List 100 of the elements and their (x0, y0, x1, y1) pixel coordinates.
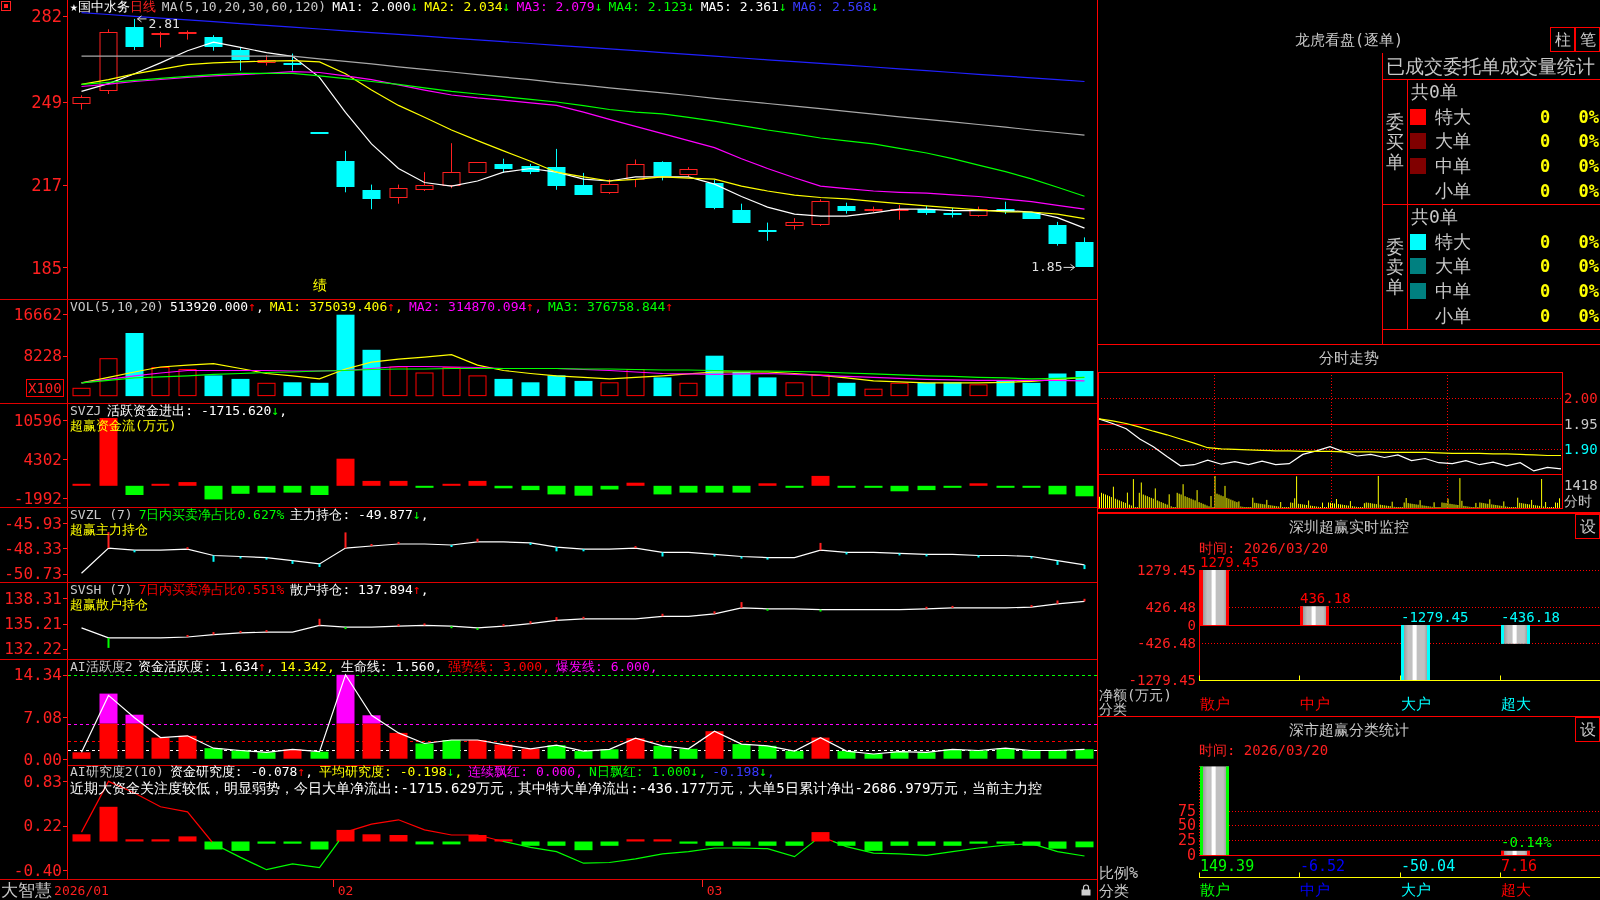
indicator-reading: 平均研究度: -0.198↓, (319, 765, 463, 779)
order-count: 0 (1538, 304, 1552, 327)
annotation: 1.85 (1031, 259, 1063, 275)
order-count: 0 (1538, 155, 1552, 178)
order-count: 0 (1538, 179, 1552, 202)
order-share: 0% (1577, 230, 1600, 253)
indicator-reading: AI研究度2(10) (70, 765, 164, 779)
indicator-reading: MA3: 2.079↓ (516, 0, 603, 14)
order-share: 0% (1577, 304, 1600, 327)
axis-title: 分类 (1098, 702, 1127, 716)
indicator-reading: MA(5,10,20,30,60,120) (161, 0, 327, 14)
category-label: 大户 (1399, 696, 1432, 712)
axis-tick-label: 0.83 (23, 772, 62, 792)
indicator-reading: MA4: 2.123↓ (608, 0, 695, 14)
indicator-reading: 资金研究度: -0.078↑, (169, 765, 314, 779)
order-count: 0 (1538, 280, 1552, 303)
category-label: 散户 (1199, 882, 1231, 898)
panel-title: 深圳超赢实时监控 (1288, 517, 1410, 538)
axis-tick-label: 138.31 (4, 588, 62, 608)
category-label: 中户 (1299, 696, 1332, 712)
order-share: 0% (1577, 130, 1600, 153)
indicator-reading: 连续飘红: 0.000, (468, 765, 583, 779)
timestamp: 时间: 2026/03/20 (1198, 742, 1330, 760)
date-label: 02 (337, 883, 354, 898)
axis-title: 净额(万元) (1098, 688, 1173, 702)
indicator-reading: SVZJ (70, 404, 102, 418)
axis-tick-label: 4302 (23, 450, 62, 469)
order-share: 0% (1577, 105, 1600, 128)
indicator-reading: 513920.000↑, (169, 300, 264, 314)
axis-tick-label: 7.08 (23, 708, 62, 727)
order-count: 0 (1538, 130, 1552, 153)
order-total: 共0单 (1410, 205, 1459, 229)
value-label: 149.39 (1200, 857, 1255, 875)
order-share: 0% (1577, 155, 1600, 178)
table-title: 已成交委托单成交量统计 (1383, 53, 1600, 80)
price-callout: 2.81 (137, 15, 180, 31)
indicator-reading: 主力持仓: -49.877↓, (290, 508, 429, 522)
indicator-reading: N日飘红: 1.000↓, (589, 765, 707, 779)
indicator-reading: MA1: 2.000↓ (332, 0, 419, 14)
indicator-reading: MA2: 2.034↓ (424, 0, 511, 14)
stock-title: ★国中水务 日线 (70, 0, 156, 14)
axis-tick-label: 1279.45 (1137, 562, 1196, 578)
axis-title: 比例% (1098, 864, 1140, 882)
indicator-reading: 资金活跃度: 1.634↑, (138, 660, 274, 674)
indicator-reading: MA6: 2.568↓ (792, 0, 879, 14)
axis-tick-label: -50.73 (4, 564, 62, 582)
category-label: 散户 (1199, 696, 1231, 712)
order-share: 0% (1577, 280, 1600, 303)
data-label: -1279.45 (1401, 609, 1469, 625)
value-label: -50.04 (1401, 857, 1456, 875)
axis-label: 分时 (1564, 493, 1592, 509)
indicator-reading: MA3: 376758.844↑ (548, 300, 674, 314)
axis-tick-label: 1.95 (1564, 415, 1598, 432)
axis-tick-label: 1.90 (1564, 441, 1598, 458)
indicator-reading: SVSH (7) (70, 583, 133, 597)
indicator-reading: MA1: 375039.406↑, (269, 300, 403, 314)
order-size-label: 中单 (1435, 155, 1472, 178)
category-label: 中户 (1299, 882, 1332, 898)
date-label: 2026/01 (54, 883, 109, 898)
panel-title: 分时走势 (1318, 348, 1380, 369)
axis-tick-label: 14.34 (13, 665, 62, 685)
indicator-reading: MA5: 2.361↓ (700, 0, 787, 14)
panel-title: 龙虎看盘(逐单) (1293, 30, 1405, 51)
axis-tick-label: 8228 (23, 346, 62, 366)
indicator-reading: 7日内买卖净占比0.627% (138, 508, 285, 522)
axis-tick-label: 0 (1186, 846, 1196, 864)
indicator-reading: VOL(5,10,20) (70, 300, 164, 314)
indicator-reading: MA2: 314870.094↑, (408, 300, 542, 314)
annotation-text: -0.14% (1501, 833, 1552, 850)
axis-tick-label: 0.22 (23, 816, 62, 836)
order-size-label: 特大 (1435, 105, 1472, 128)
indicator-title: 超赢散户持仓 (70, 597, 149, 612)
order-size-label: 中单 (1435, 280, 1472, 303)
axis-tick-label: 132.22 (4, 639, 62, 659)
indicator-reading: 散户持仓: 137.894↑, (290, 583, 429, 597)
indicator-reading: SVZL (7) (70, 508, 133, 522)
order-size-label: 特大 (1435, 230, 1472, 253)
order-size-label: 大单 (1435, 255, 1472, 278)
axis-tick-label: 249 (31, 91, 62, 112)
axis-tick-label: -0.40 (13, 861, 62, 879)
order-count: 0 (1538, 105, 1552, 128)
axis-tick-label: 10596 (13, 411, 62, 431)
side-label: 委卖单 (1386, 237, 1404, 297)
axis-tick-label: 426.48 (1145, 598, 1196, 615)
indicator-reading: 生命线: 1.560, (340, 660, 443, 674)
date-label: 03 (706, 883, 723, 898)
event-marker: 绩 (312, 277, 327, 293)
unit-label: X100 (26, 379, 64, 397)
axis-tick-label: 16662 (13, 304, 62, 324)
order-count: 0 (1538, 255, 1552, 278)
indicator-reading: AI活跃度2 (70, 660, 133, 674)
axis-tick-label: 135.21 (4, 614, 62, 634)
order-count: 0 (1538, 230, 1552, 253)
indicator-reading: 爆发线: 6.000, (556, 660, 658, 674)
data-label: -436.18 (1501, 609, 1560, 625)
data-label: 436.18 (1300, 590, 1351, 607)
side-label: 委买单 (1386, 112, 1404, 172)
axis-tick-label: -48.33 (4, 539, 62, 559)
axis-tick-label: 2.00 (1564, 389, 1598, 406)
annotation: 2.81 (148, 15, 180, 31)
